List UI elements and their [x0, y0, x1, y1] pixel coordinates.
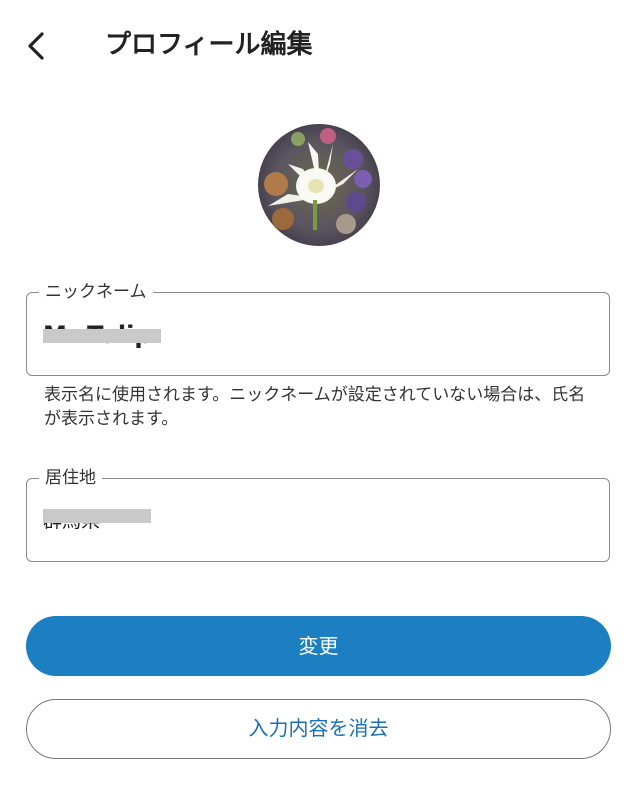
location-label: 居住地	[39, 467, 102, 489]
nickname-label: ニックネーム	[39, 281, 153, 303]
location-field: 居住地	[26, 467, 610, 562]
redaction-bar	[43, 329, 161, 343]
avatar-photo	[258, 124, 380, 246]
clear-input-button[interactable]: 入力内容を消去	[26, 699, 611, 759]
chevron-left-icon	[28, 32, 44, 60]
nickname-helper-text: 表示名に使用されます。ニックネームが設定されていない場合は、氏名が表示されます。	[44, 385, 586, 429]
nickname-field: ニックネーム	[26, 281, 610, 376]
page-title: プロフィール編集	[105, 30, 313, 60]
submit-button[interactable]: 変更	[26, 616, 611, 676]
back-button[interactable]	[20, 28, 56, 64]
redaction-bar	[43, 509, 151, 523]
app-header: プロフィール編集	[0, 0, 641, 92]
avatar[interactable]	[258, 124, 380, 246]
